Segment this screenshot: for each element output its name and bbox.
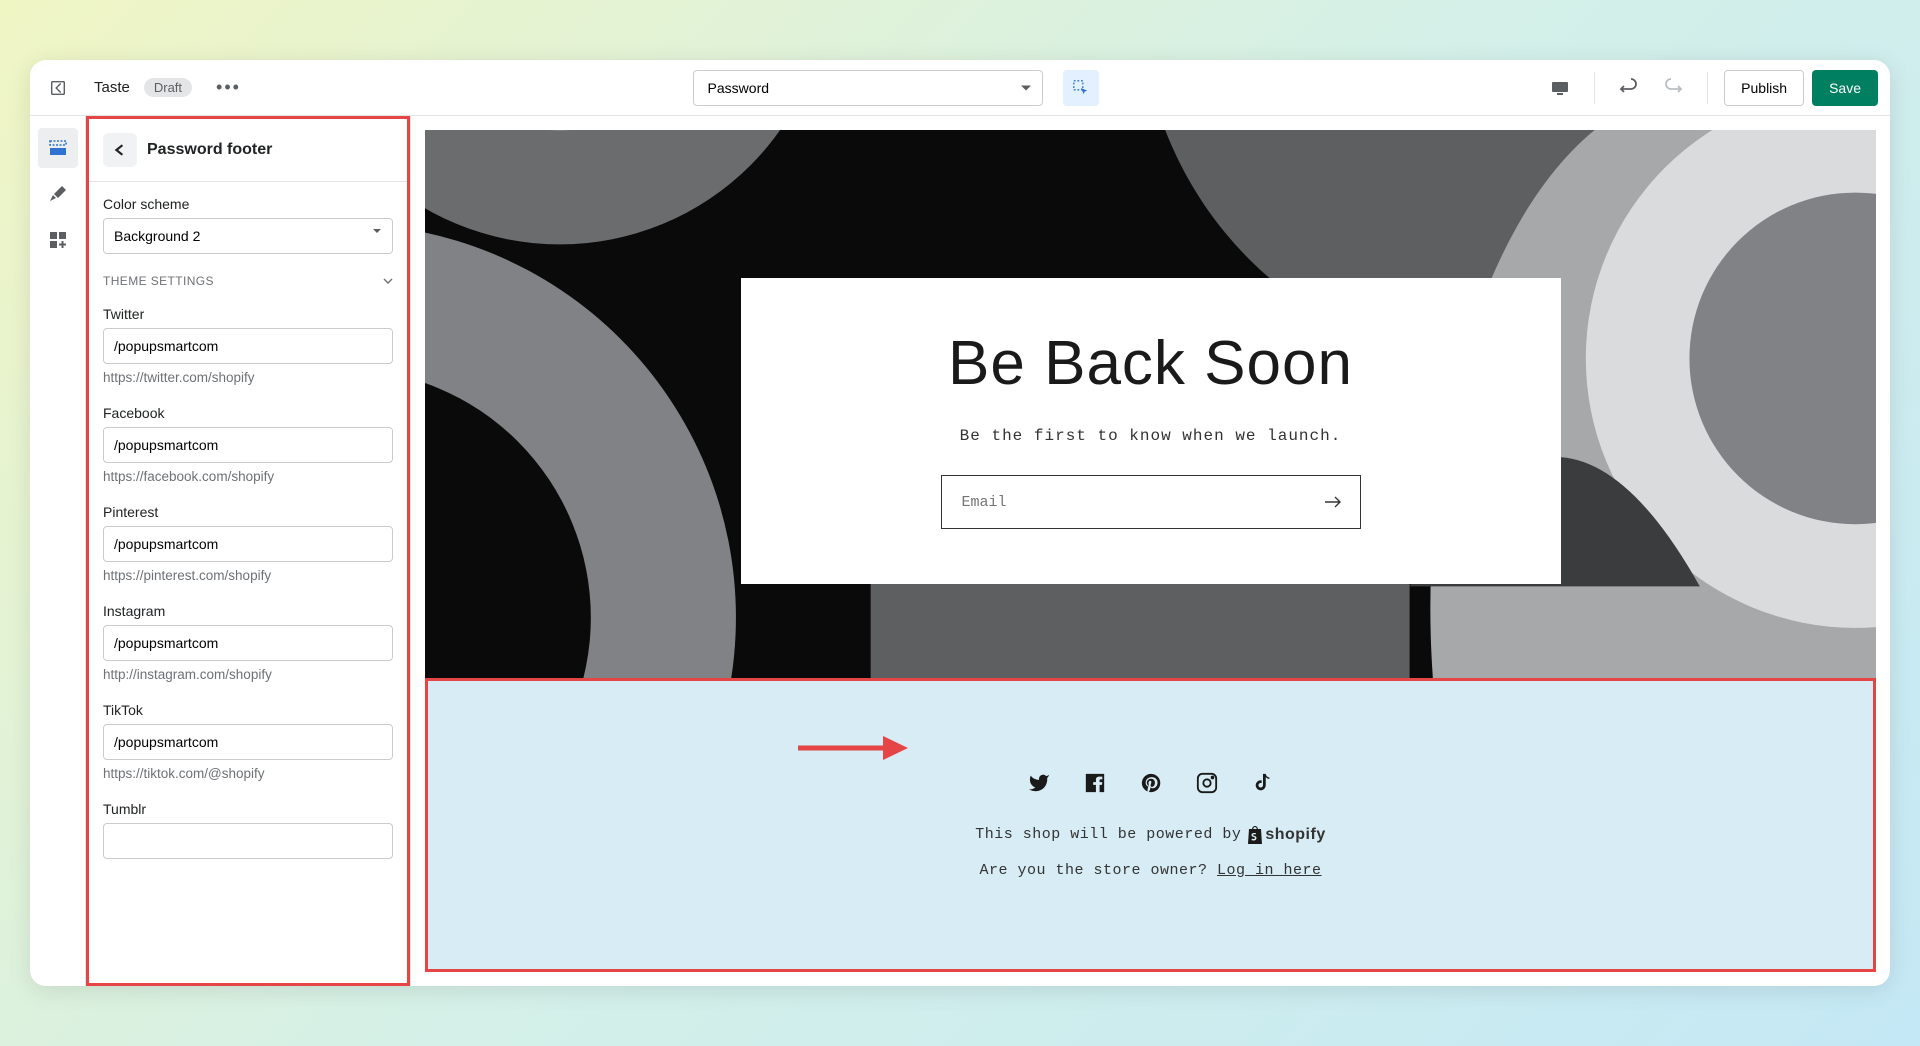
redo-icon — [1663, 78, 1683, 98]
shopify-bag-icon — [1247, 826, 1263, 844]
instagram-input[interactable] — [103, 625, 393, 661]
page-select-wrap: Password — [693, 70, 1043, 106]
tiktok-label: TikTok — [103, 702, 393, 718]
rail-theme-settings[interactable] — [38, 174, 78, 214]
shopify-logo: shopify — [1247, 826, 1325, 844]
app-window: Taste Draft ••• Password — [30, 60, 1890, 986]
color-scheme-field: Color scheme Background 2 — [89, 182, 407, 260]
rail-sections[interactable] — [38, 128, 78, 168]
tiktok-icon[interactable] — [1252, 772, 1274, 794]
exit-button[interactable] — [42, 72, 74, 104]
hero-section: Be Back Soon Be the first to know when w… — [425, 130, 1876, 678]
annotation-arrow — [798, 733, 908, 763]
facebook-help: https://facebook.com/shopify — [103, 469, 393, 484]
hero-title: Be Back Soon — [841, 328, 1461, 399]
facebook-icon[interactable] — [1084, 772, 1106, 794]
pinterest-field: Pinterest https://pinterest.com/shopify — [89, 490, 407, 589]
owner-text: Are you the store owner? — [979, 862, 1207, 879]
pinterest-input[interactable] — [103, 526, 393, 562]
undo-icon — [1619, 78, 1639, 98]
twitter-label: Twitter — [103, 306, 393, 322]
tumblr-field: Tumblr — [89, 787, 407, 865]
tumblr-input[interactable] — [103, 823, 393, 859]
theme-name: Taste — [94, 79, 130, 96]
sections-icon — [48, 138, 68, 158]
undo-button[interactable] — [1611, 70, 1647, 106]
redo-button[interactable] — [1655, 70, 1691, 106]
rail-apps[interactable] — [38, 220, 78, 260]
powered-by-text: This shop will be powered by — [975, 826, 1241, 843]
social-icons-row — [1028, 772, 1274, 794]
twitter-icon[interactable] — [1028, 772, 1050, 794]
color-scheme-select[interactable]: Background 2 — [103, 218, 393, 254]
paintbrush-icon — [48, 184, 68, 204]
panel-title: Password footer — [147, 141, 272, 159]
tiktok-input[interactable] — [103, 724, 393, 760]
apps-icon — [48, 230, 68, 250]
theme-settings-label: THEME SETTINGS — [103, 274, 214, 288]
tiktok-field: TikTok https://tiktok.com/@shopify — [89, 688, 407, 787]
twitter-input[interactable] — [103, 328, 393, 364]
back-button[interactable] — [103, 133, 137, 167]
settings-panel: Password footer Color scheme Background … — [86, 116, 411, 986]
main-area: Password footer Color scheme Background … — [30, 116, 1890, 986]
color-scheme-label: Color scheme — [103, 196, 393, 212]
page-selector[interactable]: Password — [693, 70, 1043, 106]
save-button[interactable]: Save — [1812, 70, 1878, 106]
footer-text-block: This shop will be powered by shopify Are… — [975, 826, 1325, 879]
divider — [1594, 72, 1595, 104]
theme-settings-header[interactable]: THEME SETTINGS — [89, 260, 407, 292]
instagram-icon[interactable] — [1196, 772, 1218, 794]
facebook-label: Facebook — [103, 405, 393, 421]
instagram-help: http://instagram.com/shopify — [103, 667, 393, 682]
tumblr-label: Tumblr — [103, 801, 393, 817]
twitter-help: https://twitter.com/shopify — [103, 370, 393, 385]
desktop-view-button[interactable] — [1542, 70, 1578, 106]
preview-area: Be Back Soon Be the first to know when w… — [411, 116, 1890, 986]
panel-header: Password footer — [89, 119, 407, 182]
twitter-field: Twitter https://twitter.com/shopify — [89, 292, 407, 391]
tiktok-help: https://tiktok.com/@shopify — [103, 766, 393, 781]
publish-button[interactable]: Publish — [1724, 70, 1804, 106]
pinterest-help: https://pinterest.com/shopify — [103, 568, 393, 583]
arrow-right-icon — [1324, 495, 1342, 509]
inspector-icon — [1072, 79, 1090, 97]
instagram-field: Instagram http://instagram.com/shopify — [89, 589, 407, 688]
draft-badge: Draft — [144, 78, 192, 97]
login-link[interactable]: Log in here — [1217, 862, 1322, 879]
exit-icon — [49, 79, 67, 97]
more-button[interactable]: ••• — [208, 73, 249, 102]
email-form — [941, 475, 1361, 529]
hero-subtitle: Be the first to know when we launch. — [841, 427, 1461, 445]
chevron-left-icon — [114, 144, 126, 156]
facebook-field: Facebook https://facebook.com/shopify — [89, 391, 407, 490]
shopify-wordmark: shopify — [1265, 826, 1325, 844]
inspector-button[interactable] — [1063, 70, 1099, 106]
top-bar: Taste Draft ••• Password — [30, 60, 1890, 116]
footer-section: This shop will be powered by shopify Are… — [425, 678, 1876, 972]
instagram-label: Instagram — [103, 603, 393, 619]
email-submit-button[interactable] — [1306, 476, 1360, 528]
facebook-input[interactable] — [103, 427, 393, 463]
divider — [1707, 72, 1708, 104]
chevron-down-icon — [383, 276, 393, 286]
desktop-icon — [1550, 78, 1570, 98]
left-rail — [30, 116, 86, 986]
pinterest-icon[interactable] — [1140, 772, 1162, 794]
pinterest-label: Pinterest — [103, 504, 393, 520]
email-input[interactable] — [942, 476, 1306, 528]
hero-card: Be Back Soon Be the first to know when w… — [741, 278, 1561, 584]
